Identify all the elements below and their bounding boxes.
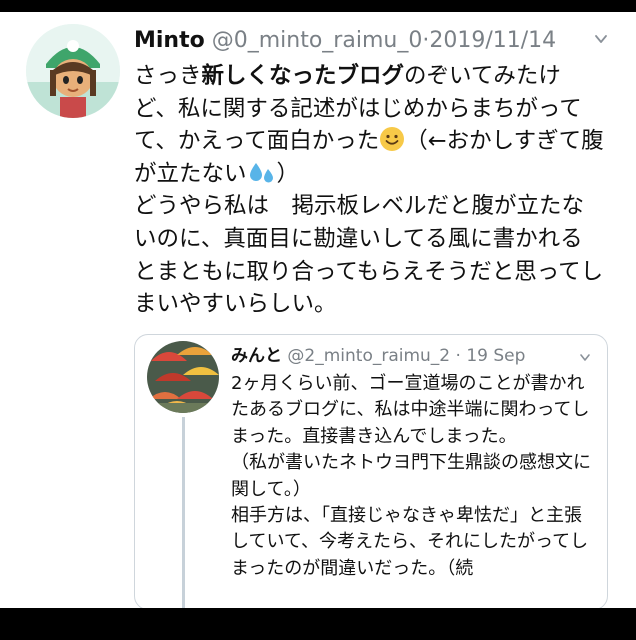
- tweet-card: Minto @0_minto_raimu_0·2019/11/14 さっき新しく…: [0, 12, 636, 608]
- chevron-down-icon[interactable]: [579, 351, 591, 363]
- user-handle[interactable]: @0_minto_raimu_0: [212, 28, 423, 53]
- thread-line: [182, 417, 185, 608]
- quoted-user-handle[interactable]: @2_minto_raimu_2: [287, 346, 450, 366]
- quoted-tweet[interactable]: みんと @2_minto_raimu_2 · 19 Sep 2ヶ月くらい前、ゴー…: [134, 334, 608, 608]
- quoted-date[interactable]: 19 Sep: [466, 346, 525, 366]
- tweet-header: Minto @0_minto_raimu_0·2019/11/14: [134, 24, 596, 58]
- display-name[interactable]: Minto: [134, 28, 205, 53]
- separator-dot: ·: [455, 346, 461, 366]
- quoted-header: みんと @2_minto_raimu_2 · 19 Sep: [231, 343, 573, 369]
- tweet-text-part: ）: [276, 160, 300, 187]
- quoted-display-name[interactable]: みんと: [231, 346, 282, 366]
- avatar[interactable]: [26, 24, 120, 118]
- tweet-text-part: どうやら私は 掲示板レベルだと腹が立たないのに、真面目に勘違いしてる風に書かれる…: [134, 193, 604, 318]
- quoted-text: 2ヶ月くらい前、ゴー宣道場のことが書かれたあるブログに、私は中途半端に関わってし…: [231, 373, 591, 579]
- animal-crossing-avatar-image: [26, 24, 120, 118]
- chevron-down-icon[interactable]: [594, 32, 608, 46]
- tweet-text-part: さっき: [134, 63, 202, 89]
- sweat-droplets-emoji-icon: [249, 162, 273, 183]
- smiling-face-emoji-icon: [380, 127, 405, 152]
- tweet-text-bold: 新しくなったブログ: [201, 63, 405, 89]
- tweet-date[interactable]: 2019/11/14: [429, 28, 556, 53]
- quoted-avatar[interactable]: [147, 341, 219, 413]
- umbrellas-avatar-image: [147, 341, 219, 413]
- tweet-text: さっき新しくなったブログのぞいてみたけど、私に関する記述がはじめからまちがってて…: [134, 60, 604, 321]
